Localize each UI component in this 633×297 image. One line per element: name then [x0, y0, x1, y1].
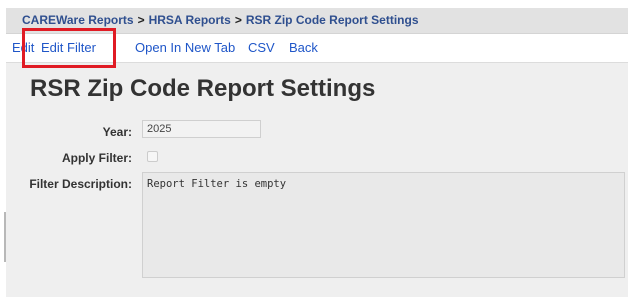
- breadcrumb-current-page: RSR Zip Code Report Settings: [245, 13, 419, 27]
- open-in-new-tab-link[interactable]: Open In New Tab: [135, 34, 235, 62]
- filter-description-label: Filter Description:: [29, 177, 132, 191]
- page-title: RSR Zip Code Report Settings: [30, 75, 376, 102]
- year-label: Year:: [102, 125, 132, 139]
- apply-filter-label: Apply Filter:: [61, 151, 132, 165]
- back-link[interactable]: Back: [289, 34, 318, 62]
- breadcrumb-careware-reports[interactable]: CAREWare Reports: [22, 13, 134, 27]
- report-settings-panel: CAREWare Reports > HRSA Reports > RSR Zip Co…: [6, 8, 628, 297]
- breadcrumb-separator: >: [137, 13, 145, 27]
- breadcrumb: CAREWare Reports > HRSA Reports > RSR Zip Co…: [6, 8, 628, 34]
- apply-filter-checkbox[interactable]: [147, 151, 158, 162]
- edit-filter-link[interactable]: Edit Filter: [41, 34, 96, 62]
- action-menu-bar: Edit Edit Filter Open In New Tab CSV Bac…: [6, 34, 628, 63]
- csv-link[interactable]: CSV: [248, 34, 275, 62]
- filter-description-field[interactable]: Report Filter is empty: [142, 172, 625, 278]
- year-field[interactable]: 2025: [142, 120, 261, 138]
- page: CAREWare Reports > HRSA Reports > RSR Zip Co…: [0, 0, 633, 297]
- edit-link[interactable]: Edit: [12, 34, 34, 62]
- breadcrumb-separator: >: [234, 13, 242, 27]
- breadcrumb-hrsa-reports[interactable]: HRSA Reports: [149, 13, 231, 27]
